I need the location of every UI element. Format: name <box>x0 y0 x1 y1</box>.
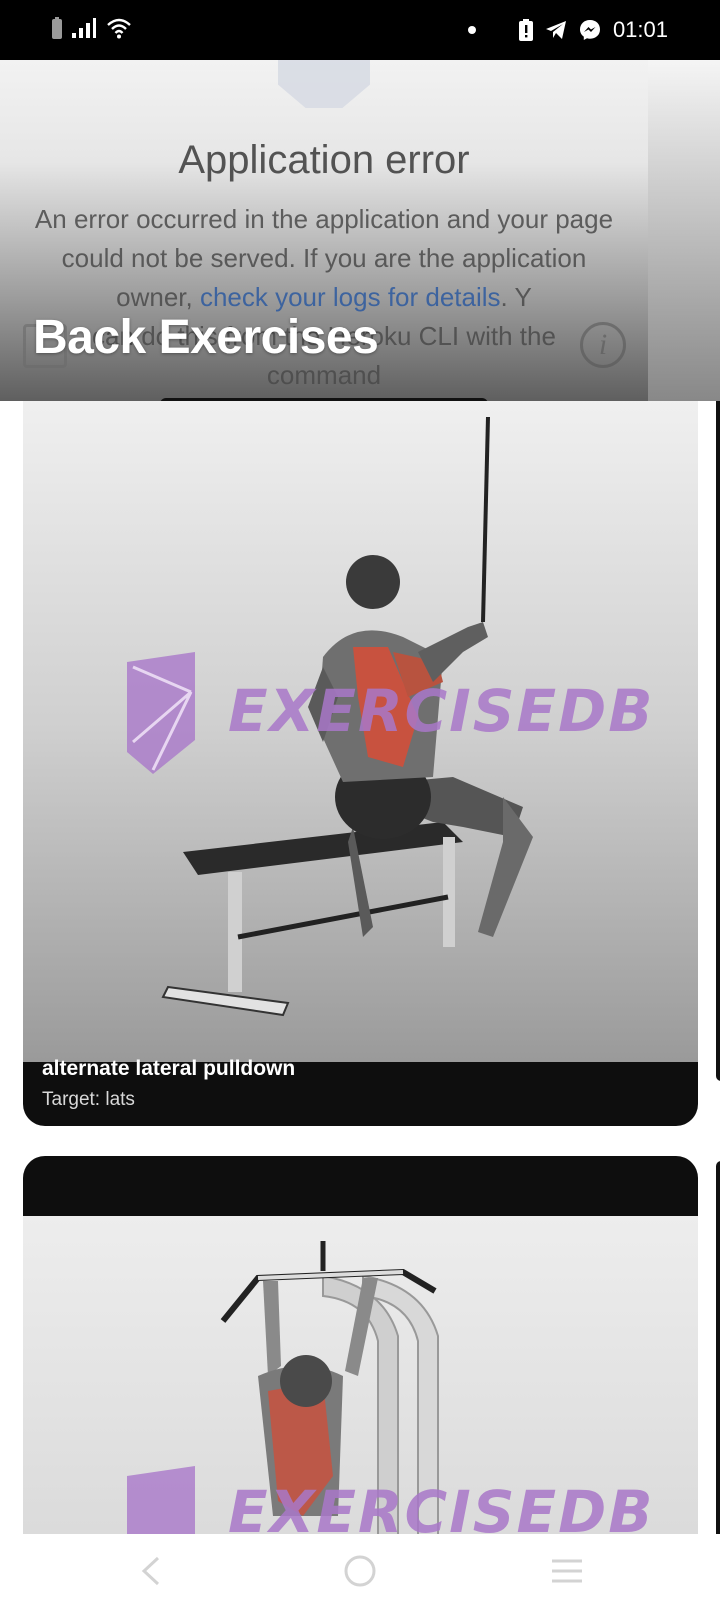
watermark-text: EXERCISEDB <box>228 677 655 745</box>
telegram-icon <box>545 21 566 39</box>
exercise-image: EXERCISEDB <box>23 401 698 1062</box>
exercise-image: EXERCISEDB <box>23 1216 698 1534</box>
wifi-icon <box>107 18 131 39</box>
next-card-edge <box>716 401 720 1081</box>
error-body-tail: . Y <box>500 282 532 312</box>
exercise-list[interactable]: EXERCISEDB alternate lateral pulldown Ta… <box>0 401 720 1534</box>
error-logs-link[interactable]: check your logs for details <box>200 282 501 312</box>
exercise-name: alternate lateral pulldown <box>42 1057 296 1080</box>
battery-alert-icon <box>518 19 533 41</box>
status-left <box>52 17 132 39</box>
status-time: 01:01 <box>612 17 668 42</box>
notification-dot-icon <box>467 26 476 34</box>
cell-signal-icon <box>72 18 96 38</box>
back-nav-icon[interactable] <box>138 1554 164 1588</box>
heroku-shield-icon <box>278 60 370 108</box>
home-nav-icon[interactable] <box>343 1554 377 1588</box>
system-nav-bar <box>0 1534 720 1612</box>
exercise-target: Target: lats <box>42 1089 135 1110</box>
page-title: Back Exercises <box>33 311 379 364</box>
battery-icon <box>52 17 62 39</box>
info-icon[interactable]: i <box>580 322 626 368</box>
app-header: Application error An error occurred in t… <box>0 60 720 401</box>
exercise-card[interactable]: EXERCISEDB <box>23 1156 698 1534</box>
error-body: An error occurred in the application and… <box>30 200 618 395</box>
watermark-text: EXERCISEDB <box>228 1478 655 1534</box>
menu-nav-icon[interactable] <box>550 1556 584 1586</box>
messenger-icon <box>579 20 600 40</box>
status-right: 01:01 <box>467 17 668 43</box>
status-bar: 01:01 <box>0 0 720 60</box>
error-title: Application error <box>178 138 470 182</box>
next-card-edge <box>716 1161 720 1534</box>
watermark-logo-icon <box>123 1466 199 1534</box>
watermark-logo-icon <box>123 652 199 779</box>
header-right-strip <box>648 60 720 401</box>
exercise-card[interactable]: EXERCISEDB alternate lateral pulldown Ta… <box>23 401 698 1126</box>
